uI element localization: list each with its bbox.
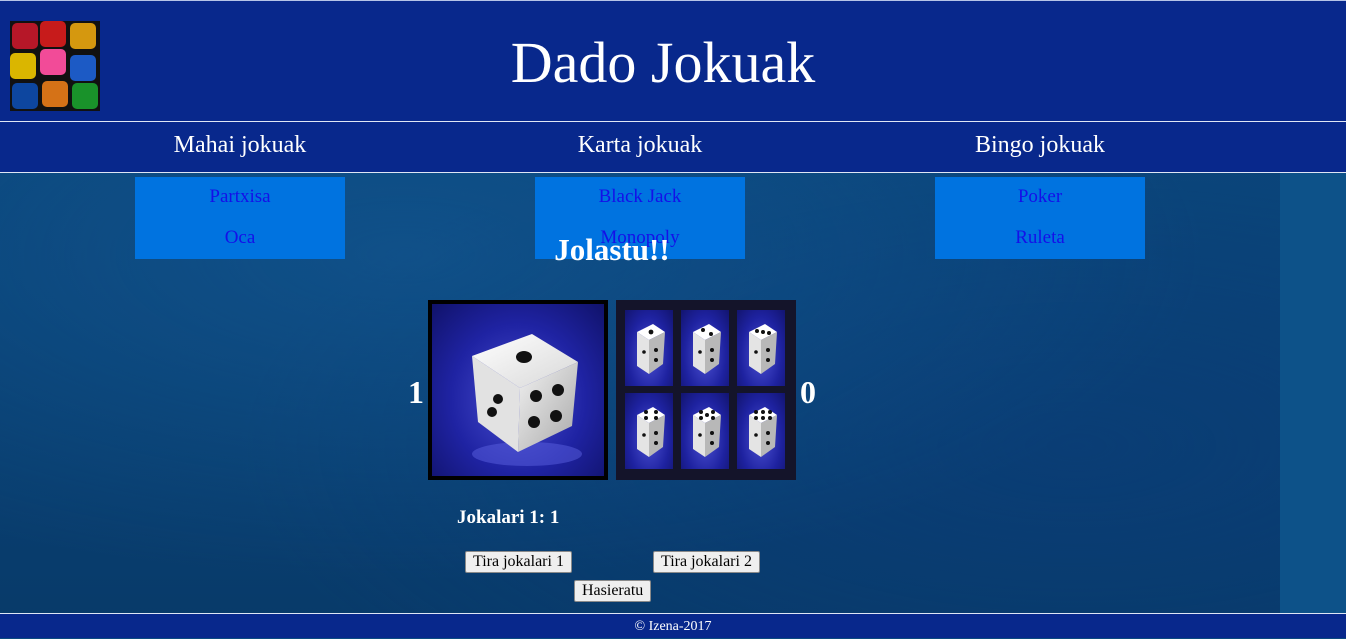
die-face-five-icon (693, 407, 721, 457)
background-strip (1280, 172, 1346, 613)
nav-category-karta[interactable]: Karta jokuak (520, 132, 760, 159)
menu-link-ruleta[interactable]: Ruleta (935, 218, 1145, 259)
player1-score: 1 (408, 374, 424, 410)
die-face-2 (681, 310, 729, 386)
die-face-1 (625, 310, 673, 386)
menu-link-oca[interactable]: Oca (135, 218, 345, 259)
current-die-display (428, 300, 608, 480)
submenu-bingo: Poker Ruleta (935, 177, 1145, 259)
nav-category-mahai[interactable]: Mahai jokuak (120, 132, 360, 159)
die-face-six-icon (749, 407, 777, 457)
site-header: Dado Jokuak (0, 0, 1346, 122)
menu-link-poker[interactable]: Poker (935, 177, 1145, 218)
category-nav: Mahai jokuak Karta jokuak Bingo jokuak (0, 122, 1346, 173)
copyright-text: © Izena-2017 (634, 619, 712, 634)
site-footer: © Izena-2017 (0, 613, 1346, 638)
die-face-6 (737, 393, 785, 469)
play-heading: Jolastu!! (554, 232, 670, 267)
player-status: Jokalari 1: 1 (457, 507, 560, 528)
die-one-icon (472, 334, 582, 466)
die-face-3 (737, 310, 785, 386)
die-face-4 (625, 393, 673, 469)
dice-faces-grid (616, 300, 796, 480)
player2-score: 0 (800, 374, 816, 410)
die-face-three-icon (749, 324, 777, 374)
die-face-four-icon (637, 407, 665, 457)
nav-category-bingo[interactable]: Bingo jokuak (920, 132, 1160, 159)
reset-button[interactable]: Hasieratu (574, 580, 652, 602)
roll-player2-button[interactable]: Tira jokalari 2 (653, 551, 760, 573)
menu-link-partxisa[interactable]: Partxisa (135, 177, 345, 218)
die-face-two-icon (693, 324, 721, 374)
menu-link-black-jack[interactable]: Black Jack (535, 177, 745, 218)
roll-player1-button[interactable]: Tira jokalari 1 (465, 551, 572, 573)
submenu-mahai: Partxisa Oca (135, 177, 345, 259)
page-title: Dado Jokuak (510, 30, 816, 95)
die-face-one-icon (637, 324, 665, 374)
die-face-5 (681, 393, 729, 469)
